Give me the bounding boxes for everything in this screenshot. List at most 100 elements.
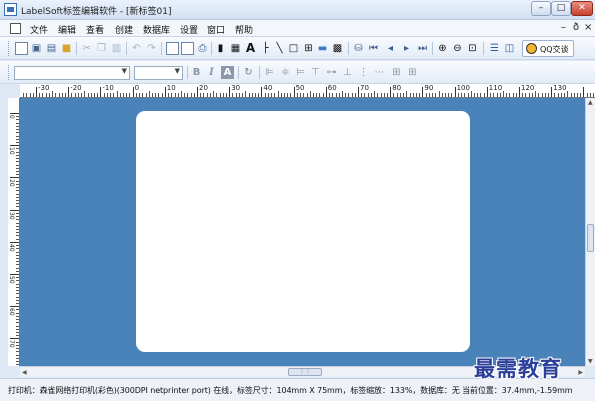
align-center-icon[interactable]: ≑ bbox=[279, 66, 292, 79]
font-size-select[interactable]: ▼ bbox=[134, 66, 183, 80]
minimize-button[interactable]: – bbox=[531, 1, 551, 16]
ruler-major-tick bbox=[486, 87, 488, 97]
split-v-icon[interactable]: ◫ bbox=[503, 42, 516, 55]
next-record-icon[interactable]: ▸ bbox=[400, 42, 413, 55]
ruler-minor-tick bbox=[16, 161, 19, 163]
menu-database[interactable]: 数据库 bbox=[143, 23, 170, 36]
italic-icon[interactable]: I bbox=[205, 66, 218, 79]
ruler-label: 120 bbox=[521, 84, 535, 92]
ruler-minor-tick bbox=[16, 225, 19, 227]
align-top-icon[interactable]: ⊤ bbox=[309, 66, 322, 79]
prev-record-icon[interactable]: ◂ bbox=[384, 42, 397, 55]
grid-icon[interactable]: ⊞ bbox=[390, 66, 403, 79]
page-setup-icon[interactable] bbox=[166, 42, 179, 55]
ruler-minor-tick bbox=[16, 328, 19, 330]
last-record-icon[interactable]: ⏭ bbox=[416, 42, 429, 55]
menu-create[interactable]: 创建 bbox=[115, 23, 133, 36]
align-middle-icon[interactable]: ⊶ bbox=[325, 66, 338, 79]
ruler-minor-tick bbox=[564, 93, 566, 97]
ruler-minor-tick bbox=[425, 93, 427, 97]
copy-icon[interactable]: ❐ bbox=[95, 42, 108, 55]
rotate-icon[interactable]: ↻ bbox=[242, 66, 255, 79]
document-icon[interactable] bbox=[10, 23, 21, 34]
ruler-minor-tick bbox=[16, 319, 19, 321]
toolbar-grip[interactable] bbox=[8, 41, 11, 56]
horizontal-scroll-thumb[interactable]: ⋮⋮ bbox=[288, 368, 322, 376]
bold-icon[interactable]: B bbox=[190, 66, 203, 79]
distribute-v-icon[interactable]: ⋯ bbox=[373, 66, 386, 79]
vertical-scroll-thumb[interactable] bbox=[587, 224, 594, 252]
zoom-out-icon[interactable]: ⊖ bbox=[451, 42, 464, 55]
distribute-h-icon[interactable]: ⋮ bbox=[357, 66, 370, 79]
line-diag-icon[interactable]: ╲ bbox=[273, 42, 286, 55]
database-icon[interactable]: ⛁ bbox=[352, 42, 365, 55]
save-icon[interactable]: ▤ bbox=[45, 42, 58, 55]
vertical-scrollbar[interactable]: ▲ ▼ bbox=[585, 98, 595, 366]
ruler-minor-tick bbox=[348, 93, 350, 97]
scroll-up-icon[interactable]: ▲ bbox=[588, 99, 593, 106]
rectangle-icon[interactable]: □ bbox=[287, 42, 300, 55]
snap-icon[interactable]: ⊞ bbox=[406, 66, 419, 79]
ruler-minor-tick bbox=[531, 93, 533, 97]
scroll-left-icon[interactable]: ◀ bbox=[22, 369, 27, 376]
scroll-right-icon[interactable]: ▶ bbox=[578, 369, 583, 376]
ruler-major-tick bbox=[10, 274, 19, 275]
menu-edit[interactable]: 编辑 bbox=[58, 23, 76, 36]
print-preview-icon[interactable] bbox=[181, 42, 194, 55]
mdi-minimize-button[interactable]: – bbox=[561, 22, 566, 33]
print-icon[interactable]: ⎙ bbox=[196, 42, 209, 55]
barcode-icon[interactable]: ▮ bbox=[214, 42, 227, 55]
label-page[interactable] bbox=[136, 111, 470, 352]
cut-icon[interactable]: ✂ bbox=[80, 42, 93, 55]
design-canvas[interactable] bbox=[20, 98, 585, 366]
zoom-fit-icon[interactable]: ⊡ bbox=[466, 42, 479, 55]
toolbar-separator bbox=[161, 42, 162, 55]
menu-help[interactable]: 帮助 bbox=[235, 23, 253, 36]
scroll-down-icon[interactable]: ▼ bbox=[588, 358, 593, 365]
font-family-select[interactable]: ▼ bbox=[14, 66, 130, 80]
paste-icon[interactable]: ▥ bbox=[110, 42, 123, 55]
mdi-restore-button[interactable]: ð bbox=[573, 22, 579, 33]
qrcode-icon[interactable]: ▦ bbox=[229, 42, 242, 55]
menu-view[interactable]: 查看 bbox=[86, 23, 104, 36]
text-icon[interactable]: A bbox=[244, 42, 257, 55]
ruler-minor-tick bbox=[16, 293, 19, 295]
align-left-icon[interactable]: ⊫ bbox=[263, 66, 276, 79]
ruler-minor-tick bbox=[329, 93, 330, 97]
horizontal-ruler: -30 -20 -10 0 10 20 30 40 50 60 70 80 90 100 110 120 130 bbox=[20, 84, 595, 98]
align-right-icon[interactable]: ⊨ bbox=[294, 66, 307, 79]
align-bottom-icon[interactable]: ⊥ bbox=[341, 66, 354, 79]
ruler-minor-tick bbox=[428, 93, 430, 97]
ruler-minor-tick bbox=[203, 93, 205, 97]
ruler-minor-tick bbox=[403, 93, 405, 97]
redo-icon[interactable]: ↷ bbox=[145, 42, 158, 55]
ruler-minor-tick bbox=[193, 93, 195, 97]
vertical-ruler: 0 10 20 30 40 50 60 70 bbox=[8, 98, 20, 366]
open-icon[interactable]: ▣ bbox=[30, 42, 43, 55]
folder-icon[interactable]: ■ bbox=[60, 42, 73, 55]
ruler-minor-tick bbox=[155, 93, 157, 97]
menu-window[interactable]: 窗口 bbox=[207, 23, 225, 36]
image-icon[interactable]: ▬ bbox=[316, 42, 329, 55]
toolbar-grip[interactable] bbox=[8, 65, 11, 80]
table-icon[interactable]: ⊞ bbox=[302, 42, 315, 55]
ruler-minor-tick bbox=[216, 93, 218, 97]
close-button[interactable]: ✕ bbox=[571, 1, 593, 16]
text-style-icon[interactable]: A bbox=[221, 66, 234, 79]
split-h-icon[interactable]: ☰ bbox=[488, 42, 501, 55]
ruler-minor-tick bbox=[264, 93, 266, 97]
zoom-in-icon[interactable]: ⊕ bbox=[436, 42, 449, 55]
menu-settings[interactable]: 设置 bbox=[180, 23, 198, 36]
mdi-close-button[interactable]: × bbox=[584, 22, 592, 33]
qq-chat-button[interactable]: QQ交谈 bbox=[522, 40, 574, 57]
pdf417-icon[interactable]: ▩ bbox=[331, 42, 344, 55]
menu-file[interactable]: 文件 bbox=[30, 23, 48, 36]
maximize-button[interactable]: □ bbox=[551, 1, 571, 16]
undo-icon[interactable]: ↶ bbox=[130, 42, 143, 55]
first-record-icon[interactable]: ⏮ bbox=[367, 42, 380, 55]
line-h-icon[interactable]: ├ bbox=[259, 42, 272, 55]
ruler-major-tick bbox=[10, 241, 19, 243]
ruler-major-tick bbox=[68, 87, 70, 97]
ruler-minor-tick bbox=[16, 138, 19, 140]
new-icon[interactable] bbox=[15, 42, 28, 55]
